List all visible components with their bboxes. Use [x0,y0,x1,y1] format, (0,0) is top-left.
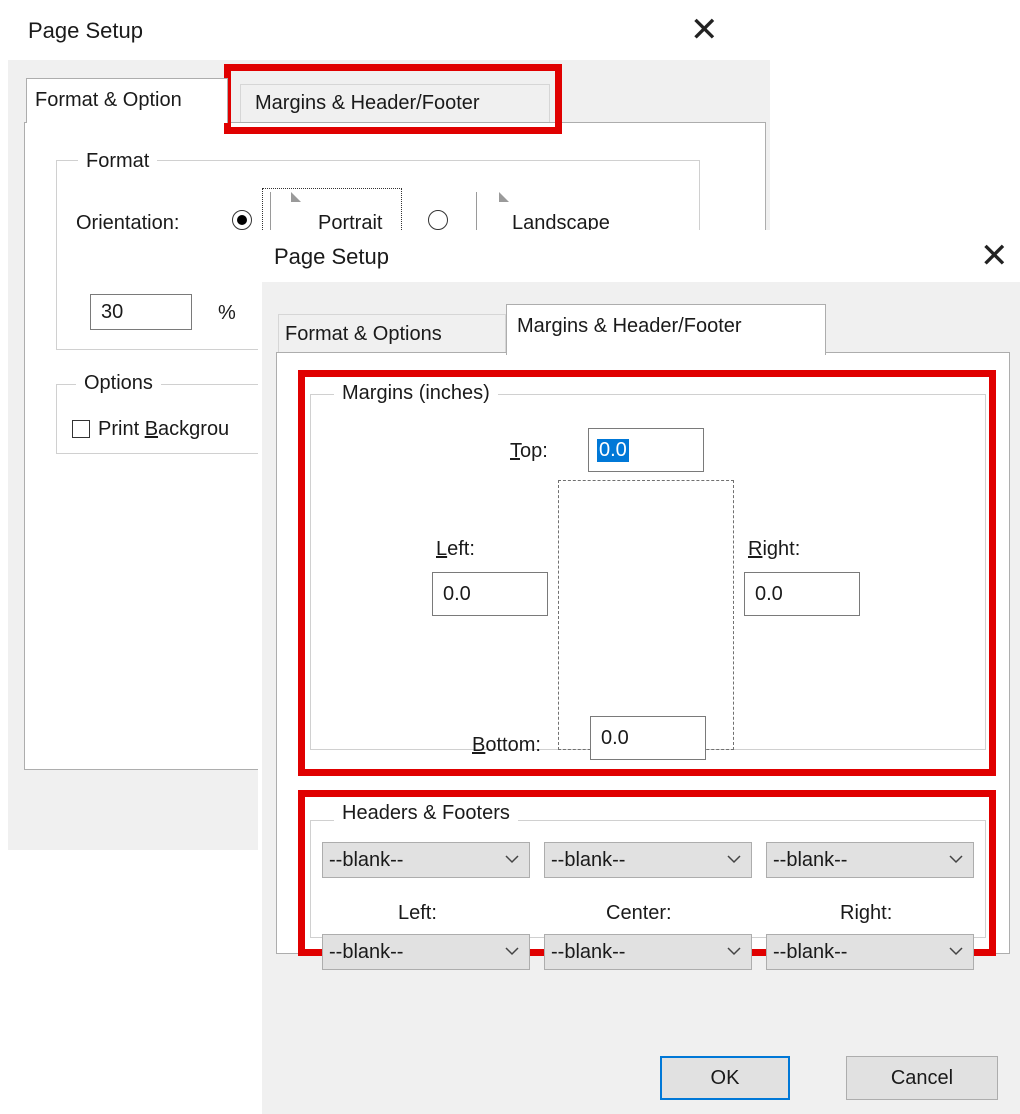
label-part: ackgrou [158,418,230,440]
selected-value: --blank-- [773,941,848,963]
dialog-title: Page Setup [274,244,389,269]
top-label: Top: [510,440,548,463]
tab-label: Format & Options [285,323,442,345]
checkbox-icon[interactable] [72,420,90,438]
dialog-title: Page Setup [28,18,143,43]
selected-value: --blank-- [329,849,404,871]
selected-value: --blank-- [773,849,848,871]
tab-label: Format & Option [35,89,182,111]
selected-value: --blank-- [551,849,626,871]
tab-format-options[interactable]: Format & Option [26,78,228,123]
selected-value: --blank-- [551,941,626,963]
right-margin-value: 0.0 [755,583,783,605]
accelerator-key: R [748,538,763,560]
top-margin-input[interactable]: 0.0 [588,428,704,472]
column-label-right: Right: [840,902,893,924]
chevron-down-icon [727,855,741,864]
label-part: Print [98,418,145,440]
radio-icon [237,215,247,225]
left-label: Left: [436,538,475,561]
tab-margins-header-footer[interactable]: Margins & Header/Footer [506,304,826,355]
label-part: eft: [447,538,475,560]
format-group-legend: Format [78,150,158,173]
label-part: ight: [762,538,801,560]
footer-right-select[interactable]: --blank-- [766,934,974,970]
footer-center-select[interactable]: --blank-- [544,934,752,970]
orientation-label: Orientation: [76,212,180,234]
page-portrait-icon [270,192,301,233]
options-group-legend: Options [76,372,161,395]
bottom-margin-input[interactable]: 0.0 [590,716,706,760]
tab-label: Margins & Header/Footer [517,315,742,337]
close-icon[interactable]: ✕ [690,10,719,50]
chevron-down-icon [949,947,963,956]
radio-landscape[interactable] [428,210,448,230]
header-left-select[interactable]: --blank-- [322,842,530,878]
accelerator-key: L [436,538,448,560]
footer-left-select[interactable]: --blank-- [322,934,530,970]
accelerator-key: B [144,418,159,440]
header-center-select[interactable]: --blank-- [544,842,752,878]
label-part: op: [520,440,548,462]
right-label: Right: [748,538,800,561]
tab-format-options[interactable]: Format & Options [278,314,506,353]
scale-value: 30 [101,301,124,323]
highlight-box [224,64,562,134]
bottom-label: Bottom: [472,734,541,757]
cancel-button[interactable]: Cancel [846,1056,998,1100]
ok-button[interactable]: OK [660,1056,790,1100]
selected-value: --blank-- [329,941,404,963]
chevron-down-icon [949,855,963,864]
print-background-label: Print Backgrou [98,418,229,441]
chevron-down-icon [505,855,519,864]
accelerator-key: B [472,734,486,756]
scale-input[interactable]: 30 [90,294,192,330]
close-icon[interactable]: ✕ [980,236,1009,276]
foreground-page-setup-dialog: Page Setup ✕ Format & Options Margins & … [258,230,1020,1114]
label-part: ottom: [485,734,541,756]
left-margin-value: 0.0 [443,583,471,605]
radio-portrait[interactable] [232,210,252,230]
accelerator-key: T [510,440,520,462]
column-label-left: Left: [398,902,437,924]
header-right-select[interactable]: --blank-- [766,842,974,878]
right-margin-input[interactable]: 0.0 [744,572,860,616]
percent-sign: % [218,302,236,324]
chevron-down-icon [505,947,519,956]
bottom-margin-value: 0.0 [601,727,629,749]
column-label-center: Center: [606,902,672,924]
top-margin-value: 0.0 [597,439,629,462]
chevron-down-icon [727,947,741,956]
page-landscape-icon [476,192,509,233]
page-preview [558,480,734,750]
left-margin-input[interactable]: 0.0 [432,572,548,616]
